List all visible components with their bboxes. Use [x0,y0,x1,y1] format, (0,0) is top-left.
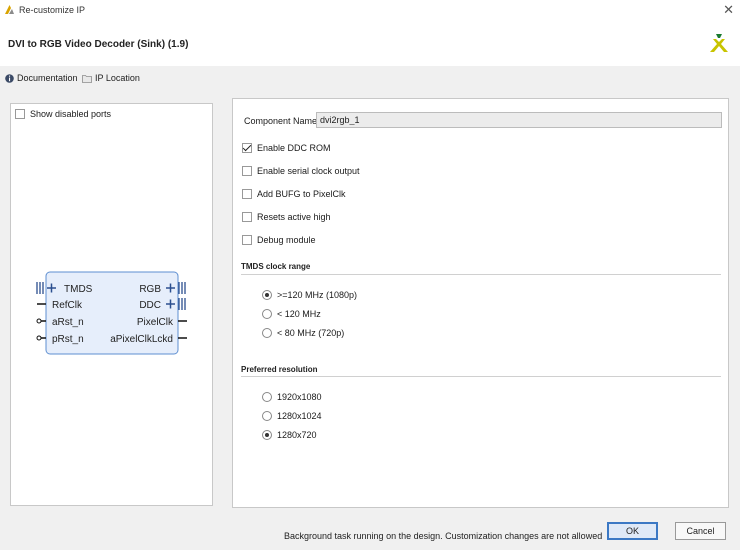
option-checkbox[interactable] [242,235,252,245]
radio-label: < 120 MHz [277,309,321,319]
option-checkbox[interactable] [242,212,252,222]
status-message: Background task running on the design. C… [284,531,603,541]
port-label-right: PixelClk [137,317,174,328]
option-label: Debug module [257,235,316,245]
option-enable-ddc-rom[interactable]: Enable DDC ROM [242,143,331,153]
documentation-label: Documentation [17,73,78,83]
title-bar: Re-customize IP ✕ [0,0,740,20]
radio-button[interactable] [262,392,272,402]
port-arst-n-pin [36,318,46,324]
section-divider [241,376,721,377]
tmds-choice-120mhz[interactable]: < 120 MHz [262,309,321,319]
info-icon [5,73,14,83]
radio-button[interactable] [262,430,272,440]
radio-button[interactable] [262,328,272,338]
tmds-clock-range-title: TMDS clock range [241,262,311,271]
option-checkbox[interactable] [242,143,252,153]
preferred-resolution-title: Preferred resolution [241,365,318,374]
tmds-choice-1080p[interactable]: >=120 MHz (1080p) [262,290,357,300]
symbol-panel: Show disabled ports TMDS RefClk aRst_n p… [10,103,213,506]
option-label: Add BUFG to PixelClk [257,189,346,199]
config-panel: Component Name Enable DDC ROM Enable ser… [232,98,729,508]
port-label-left: aRst_n [52,317,84,328]
radio-label: >=120 MHz (1080p) [277,290,358,300]
radio-label: 1280x1024 [277,411,322,421]
vivado-app-icon [5,5,14,14]
ip-location-link[interactable]: IP Location [82,73,140,83]
option-checkbox[interactable] [242,189,252,199]
ip-block-diagram: TMDS RefClk aRst_n pRst_n RGB DDC PixelC… [36,271,187,355]
option-enable-serial-clock-output[interactable]: Enable serial clock output [242,166,360,176]
resolution-choice-1920x1080[interactable]: 1920x1080 [262,392,322,402]
link-bar: Documentation IP Location [0,66,740,88]
tmds-choice-720p[interactable]: < 80 MHz (720p) [262,328,344,338]
xilinx-logo-icon [710,34,728,52]
cancel-button[interactable]: Cancel [675,522,726,540]
ip-title: DVI to RGB Video Decoder (Sink) (1.9) [8,39,189,50]
port-label-left: RefClk [52,300,83,311]
option-checkbox[interactable] [242,166,252,176]
radio-button[interactable] [262,309,272,319]
component-name-field[interactable] [316,112,722,128]
option-label: Enable DDC ROM [257,143,331,153]
radio-label: 1280x720 [277,430,317,440]
ip-location-label: IP Location [95,73,140,83]
option-add-bufg-to-pixelclk[interactable]: Add BUFG to PixelClk [242,189,346,199]
resolution-choice-1280x1024[interactable]: 1280x1024 [262,411,322,421]
option-label: Enable serial clock output [257,166,360,176]
option-resets-active-high[interactable]: Resets active high [242,212,331,222]
component-name-label: Component Name [244,116,318,126]
radio-label: 1920x1080 [277,392,322,402]
documentation-link[interactable]: Documentation [5,73,78,83]
ok-button[interactable]: OK [607,522,658,540]
port-label-right: DDC [139,300,161,311]
section-divider [241,274,721,275]
close-icon[interactable]: ✕ [723,2,734,18]
port-label-left: TMDS [64,284,93,295]
port-label-right: aPixelClkLckd [110,334,173,345]
radio-button[interactable] [262,411,272,421]
window-title: Re-customize IP [19,5,86,15]
port-label-right: RGB [139,284,161,295]
option-debug-module[interactable]: Debug module [242,235,316,245]
folder-icon [82,74,92,83]
radio-label: < 80 MHz (720p) [277,328,345,338]
ip-header: DVI to RGB Video Decoder (Sink) (1.9) [0,20,740,66]
resolution-choice-1280x720[interactable]: 1280x720 [262,430,317,440]
option-label: Resets active high [257,212,331,222]
port-label-left: pRst_n [52,334,84,345]
radio-button[interactable] [262,290,272,300]
port-prst-n-pin [36,335,46,341]
